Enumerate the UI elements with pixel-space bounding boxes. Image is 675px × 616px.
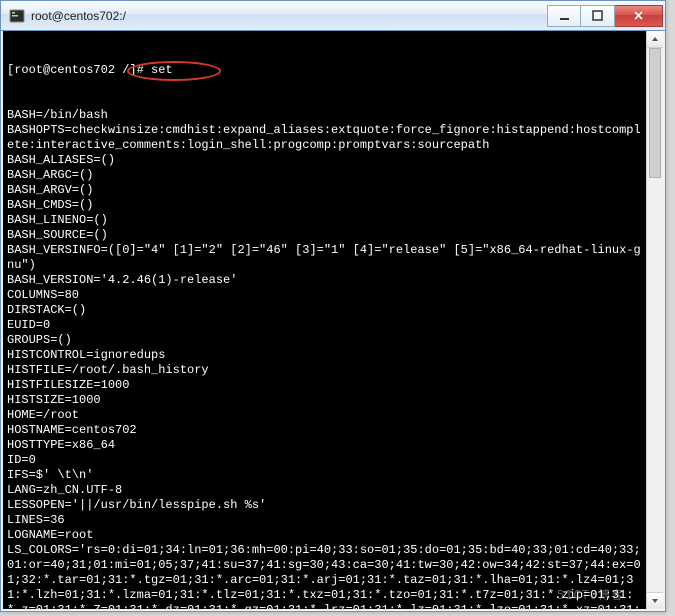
- scrollbar-thumb[interactable]: [649, 48, 661, 178]
- app-icon: [9, 8, 25, 24]
- scrollbar-track[interactable]: [647, 48, 663, 592]
- scrollbar: [646, 31, 663, 609]
- prompt-line: [root@centos702 /]# set: [7, 63, 644, 78]
- terminal-area: [root@centos702 /]# set BASH=/bin/bash B…: [3, 31, 663, 609]
- output-lines: BASH=/bin/bash BASHOPTS=checkwinsize:cmd…: [7, 108, 644, 609]
- scroll-down-button[interactable]: [647, 592, 663, 609]
- command-text: set: [151, 63, 173, 77]
- close-button[interactable]: [615, 5, 663, 27]
- window-title: root@centos702:/: [31, 9, 547, 23]
- terminal-window: root@centos702:/ [root@centos702 /]# set…: [0, 0, 666, 612]
- maximize-button[interactable]: [581, 5, 615, 27]
- watermark: 51CTO博客: [557, 588, 624, 603]
- minimize-button[interactable]: [547, 5, 581, 27]
- titlebar[interactable]: root@centos702:/: [1, 1, 665, 31]
- window-controls: [547, 5, 663, 27]
- terminal-output[interactable]: [root@centos702 /]# set BASH=/bin/bash B…: [3, 31, 646, 609]
- prompt-text: [root@centos702 /]#: [7, 63, 151, 77]
- scroll-up-button[interactable]: [647, 31, 663, 48]
